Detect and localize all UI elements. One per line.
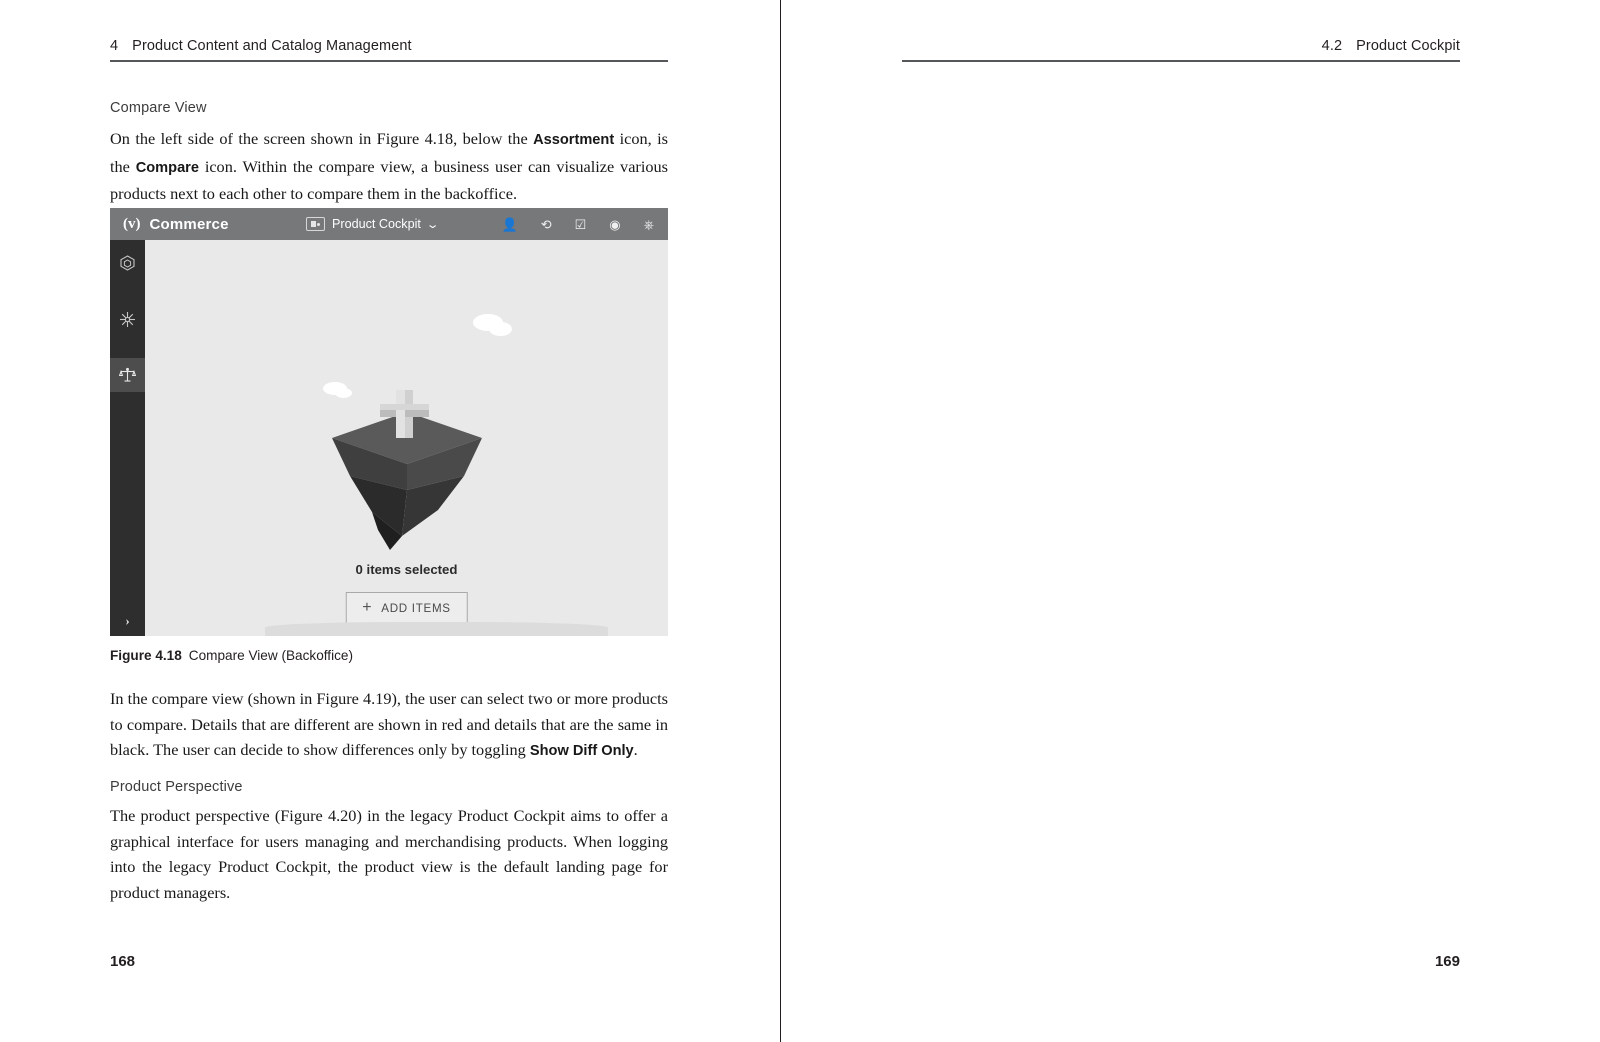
hybris-logo-icon: (v) <box>123 215 141 232</box>
rail-item-assortment[interactable] <box>110 302 145 336</box>
spread-gutter-line <box>780 0 781 1042</box>
cloud-decoration <box>489 322 512 336</box>
page-number-left: 168 <box>110 953 136 970</box>
term-show-diff-only: Show Diff Only <box>529 743 634 760</box>
book-spread: 4 Product Content and Catalog Management … <box>0 0 1600 1042</box>
rail-expand-button[interactable]: › <box>110 606 145 636</box>
figure-4-18-caption: Figure 4.18 Compare View (Backoffice) <box>110 648 353 663</box>
compare-icon <box>119 367 136 382</box>
chevron-down-icon: ⌄ <box>425 218 440 231</box>
perspective-selector[interactable]: Product Cockpit ⌄ <box>306 217 440 231</box>
rail-item-cube[interactable] <box>110 246 145 280</box>
tasks-icon[interactable]: ☑ <box>575 218 587 231</box>
user-icon[interactable]: 👤 <box>502 218 518 231</box>
plus-icon: + <box>362 599 373 616</box>
term-assortment: Assortment <box>533 132 615 148</box>
empty-state-label: 0 items selected <box>355 562 458 577</box>
compare-canvas: 0 items selected + ADD ITEMS <box>145 240 668 636</box>
section-number: 4.2 <box>1321 38 1343 54</box>
perspective-icon <box>306 217 325 231</box>
cube-icon <box>120 255 135 271</box>
right-page: 4.2Product Cockpit (v) Commerce Product … <box>800 0 1600 1042</box>
section-heading-product-perspective: Product Perspective <box>110 779 243 795</box>
clock-icon[interactable]: ◉ <box>609 218 620 231</box>
topbar-icon-group: 👤 ⟲ ☑ ◉ ⎈ <box>502 218 655 231</box>
brand-logo: (v) Commerce <box>123 216 229 233</box>
assortment-icon <box>120 311 135 327</box>
perspective-label: Product Cockpit <box>332 217 421 231</box>
page-number-right: 169 <box>1434 953 1460 970</box>
figure-4-18-text: Compare View (Backoffice) <box>188 648 353 663</box>
figure-4-18-screenshot: (v) Commerce Product Cockpit ⌄ 👤 ⟲ ☑ ◉ ⎈ <box>110 208 668 636</box>
para2-c: . <box>633 740 638 760</box>
rail-item-compare[interactable] <box>110 358 145 392</box>
term-compare: Compare <box>135 159 199 176</box>
running-head-left: 4 Product Content and Catalog Management <box>110 38 412 54</box>
paragraph-compare-view: On the left side of the screen shown in … <box>110 126 668 207</box>
power-icon[interactable]: ⎈ <box>644 218 654 231</box>
add-items-label: ADD ITEMS <box>381 601 451 615</box>
running-head-right: 4.2 Product Cockpit <box>1322 38 1460 54</box>
running-head-rule-left <box>110 60 668 62</box>
paragraph-compare-details: In the compare view (shown in Figure 4.1… <box>110 686 668 765</box>
brand-name: Commerce <box>149 215 229 233</box>
section-title: Product Cockpit <box>1356 38 1460 54</box>
history-icon[interactable]: ⟲ <box>541 218 552 231</box>
para1-a: On the left side of the screen shown in … <box>110 129 534 148</box>
running-head-rule-right <box>902 60 1460 62</box>
left-navigation-rail: › <box>110 240 145 636</box>
add-items-button[interactable]: + ADD ITEMS <box>345 592 468 624</box>
chapter-title: Product Content and Catalog Management <box>132 38 412 54</box>
section-heading-compare-view: Compare View <box>110 100 207 116</box>
paragraph-product-perspective: The product perspective (Figure 4.20) in… <box>110 806 668 902</box>
backoffice-topbar: (v) Commerce Product Cockpit ⌄ 👤 ⟲ ☑ ◉ ⎈ <box>110 208 668 240</box>
floating-island-illustration <box>331 390 482 550</box>
left-page: 4 Product Content and Catalog Management … <box>0 0 800 1042</box>
figure-4-18-label: Figure 4.18 <box>110 648 182 663</box>
chapter-number: 4 <box>110 38 119 54</box>
canvas-shadow <box>265 622 608 636</box>
